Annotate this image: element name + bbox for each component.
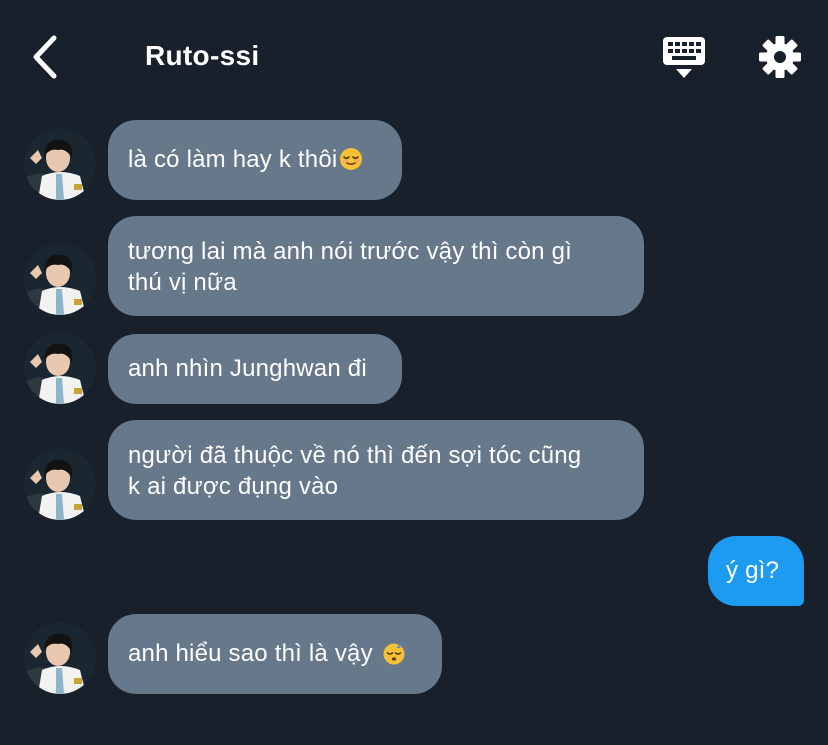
message-bubble-incoming[interactable]: tương lai mà anh nói trước vậy thì còn g… xyxy=(108,216,644,316)
sender-avatar[interactable] xyxy=(24,332,96,404)
avatar-image xyxy=(24,243,96,315)
gear-icon xyxy=(759,36,801,78)
relieved-face-icon xyxy=(340,148,363,170)
message-bubble-incoming[interactable]: anh hiểu sao thì là vậy z z xyxy=(108,614,442,694)
back-button[interactable] xyxy=(26,34,66,80)
avatar-image xyxy=(24,128,96,200)
settings-button[interactable] xyxy=(757,34,803,80)
message-bubble-incoming[interactable]: là có làm hay k thôi xyxy=(108,120,402,200)
keyboard-icon xyxy=(663,37,705,78)
message-text: là có làm hay k thôi xyxy=(128,146,338,173)
chat-title: Ruto-ssi xyxy=(145,40,260,71)
message-text: ý gì? xyxy=(726,557,780,584)
sender-avatar[interactable] xyxy=(24,128,96,200)
chevron-left-icon xyxy=(33,35,57,79)
sender-avatar[interactable] xyxy=(24,243,96,315)
avatar-image xyxy=(24,332,96,404)
avatar-image xyxy=(24,448,96,520)
message-bubble-outgoing[interactable]: ý gì? xyxy=(708,536,804,606)
avatar-image xyxy=(24,622,96,694)
message-bubble-incoming[interactable]: người đã thuộc về nó thì đến sợi tóc cũn… xyxy=(108,420,644,520)
message-bubble-incoming[interactable]: anh nhìn Junghwan đi xyxy=(108,334,402,404)
message-text-line: thú vị nữa xyxy=(128,269,237,296)
sleeping-face-icon: z z xyxy=(383,641,405,665)
keyboard-button[interactable] xyxy=(660,35,708,81)
message-text-line: k ai được đụng vào xyxy=(128,473,339,500)
sender-avatar[interactable] xyxy=(24,448,96,520)
message-text: anh nhìn Junghwan đi xyxy=(128,355,367,382)
svg-text:z: z xyxy=(401,641,404,647)
chat-header: Ruto-ssi xyxy=(0,0,828,110)
message-text: anh hiểu sao thì là vậy xyxy=(128,640,373,667)
message-text-line: tương lai mà anh nói trước vậy thì còn g… xyxy=(128,238,573,265)
sender-avatar[interactable] xyxy=(24,622,96,694)
message-text-line: người đã thuộc về nó thì đến sợi tóc cũn… xyxy=(128,442,582,469)
